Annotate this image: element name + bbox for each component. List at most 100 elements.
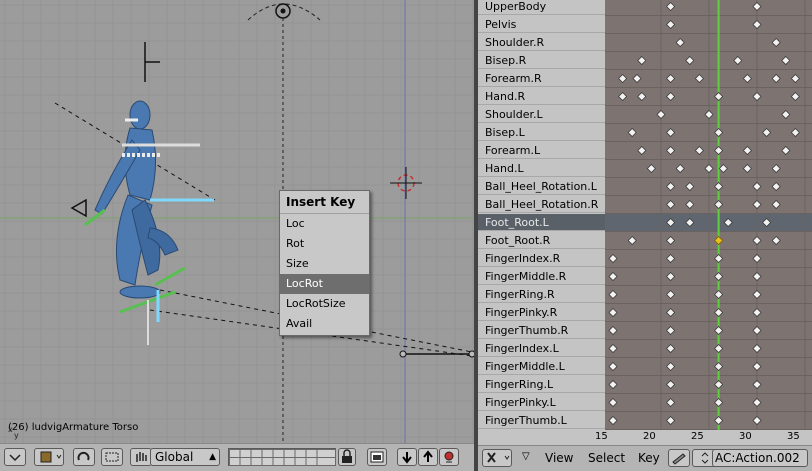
keyframe-diamond [666, 181, 676, 192]
object-mode-button[interactable] [34, 448, 64, 466]
menu-item-avail[interactable]: Avail [280, 314, 369, 334]
keyframe-diamond [752, 253, 762, 264]
orientation-select[interactable]: Global ▲ [150, 448, 220, 466]
keyframe-diamond [752, 91, 762, 102]
channel-row[interactable]: Hand.R [478, 88, 605, 105]
channel-row[interactable]: Pelvis [478, 16, 605, 33]
channel-row[interactable]: FingerRing.R [478, 286, 605, 303]
channel-row[interactable]: FingerIndex.R [478, 250, 605, 267]
keyframe-grid[interactable] [605, 0, 812, 430]
keyframe-diamond [685, 181, 695, 192]
pivot-button[interactable] [73, 448, 95, 466]
keyframe-diamond [790, 91, 800, 102]
lock-button[interactable] [338, 448, 356, 466]
keyframe-diamond [733, 55, 743, 66]
channel-row[interactable]: Hand.L [478, 160, 605, 177]
paste-up-icon [423, 450, 433, 462]
keyframe-diamond [752, 343, 762, 354]
frame-ruler[interactable]: 15 20 25 30 35 [478, 430, 812, 445]
3d-viewport[interactable]: (26) ludvigArmature Torso x y [0, 0, 474, 443]
keyframe-diamond [627, 235, 637, 246]
channel-row[interactable]: FingerRing.L [478, 376, 605, 393]
menu-key[interactable]: Key [638, 451, 660, 465]
keyframe-diamond [694, 73, 704, 84]
keyframe-diamond [627, 127, 637, 138]
channel-row[interactable]: Forearm.R [478, 70, 605, 87]
keyframe-diamond [666, 307, 676, 318]
character-head [129, 100, 151, 130]
insert-key-menu: Insert Key Loc Rot Size LocRot LocRotSiz… [279, 190, 370, 336]
menu-select[interactable]: Select [588, 451, 625, 465]
channel-row[interactable]: FingerThumb.L [478, 412, 605, 429]
paste-up-button[interactable] [418, 448, 438, 466]
render-button[interactable] [367, 448, 387, 466]
window-type-icon [9, 454, 21, 462]
channel-row[interactable]: Foot_Root.L [478, 214, 605, 231]
menu-item-locrot[interactable]: LocRot [280, 274, 369, 294]
channel-row[interactable]: Ball_Heel_Rotation.L [478, 178, 605, 195]
copy-down-icon [402, 452, 412, 464]
keyframe-diamond [714, 325, 724, 336]
channel-row[interactable]: FingerMiddle.R [478, 268, 605, 285]
channel-row[interactable]: FingerPinky.R [478, 304, 605, 321]
hand-button[interactable] [130, 448, 152, 466]
window-type-button[interactable] [4, 448, 26, 466]
action-browse-button[interactable] [668, 449, 690, 467]
keyframe-diamond [646, 163, 656, 174]
keyframe-diamond [781, 145, 791, 156]
action-name-field[interactable]: AC:Action.002 [712, 449, 808, 467]
ruler-tick: 30 [739, 431, 752, 442]
keyframe-diamond [632, 73, 642, 84]
keyframe-diamond [675, 163, 685, 174]
keyframe-area[interactable] [605, 0, 812, 430]
cursor-crosshair [390, 167, 422, 199]
channel-row[interactable]: Forearm.L [478, 142, 605, 159]
menu-item-loc[interactable]: Loc [280, 214, 369, 234]
keyframe-diamond [666, 19, 676, 30]
menu-item-rot[interactable]: Rot [280, 234, 369, 254]
bone-joint [399, 350, 407, 358]
channel-row[interactable]: FingerMiddle.L [478, 358, 605, 375]
menu-item-locrotsize[interactable]: LocRotSize [280, 294, 369, 314]
keyframe-diamond [752, 415, 762, 426]
keyframe-diamond [608, 307, 618, 318]
keyframe-diamond [714, 271, 724, 282]
keyframe-diamond [666, 73, 676, 84]
keyframe-diamond [771, 73, 781, 84]
keyframe-diamond [742, 73, 752, 84]
keyframe-diamond [704, 163, 714, 174]
keyframe-diamond [608, 397, 618, 408]
orientation-value: Global [155, 450, 194, 464]
collapse-menu-icon[interactable]: ▽ [522, 451, 530, 462]
channel-row[interactable]: Foot_Root.R [478, 232, 605, 249]
keyframe-diamond [781, 109, 791, 120]
channel-row[interactable]: FingerThumb.R [478, 322, 605, 339]
layer-buttons[interactable] [228, 448, 336, 466]
channel-row[interactable]: Bisep.R [478, 52, 605, 69]
manipulator-icon [105, 452, 119, 462]
viewport-scene[interactable] [0, 0, 474, 443]
channel-row[interactable]: Shoulder.L [478, 106, 605, 123]
keyframe-diamond [608, 271, 618, 282]
channel-row[interactable]: Bisep.L [478, 124, 605, 141]
manipulator-button[interactable] [101, 448, 123, 466]
record-button[interactable] [439, 448, 459, 466]
menu-view[interactable]: View [545, 451, 573, 465]
keyframe-diamond [666, 397, 676, 408]
keyframe-diamond [714, 343, 724, 354]
action-editor-type-button[interactable] [482, 449, 512, 467]
copy-down-button[interactable] [397, 448, 417, 466]
keyframe-diamond [666, 235, 676, 246]
menu-item-size[interactable]: Size [280, 254, 369, 274]
keyframe-diamond [771, 235, 781, 246]
channel-row[interactable]: Shoulder.R [478, 34, 605, 51]
channel-row[interactable]: Ball_Heel_Rotation.R [478, 196, 605, 213]
layer-grid-icon [229, 449, 336, 466]
action-editor-icon [487, 452, 510, 463]
channel-row[interactable]: FingerIndex.L [478, 340, 605, 357]
channel-row[interactable]: FingerPinky.L [478, 394, 605, 411]
channel-row[interactable]: UpperBody [478, 0, 605, 15]
keyframe-diamond [714, 127, 724, 138]
hand-icon [136, 452, 147, 462]
keyframe-diamond [714, 181, 724, 192]
